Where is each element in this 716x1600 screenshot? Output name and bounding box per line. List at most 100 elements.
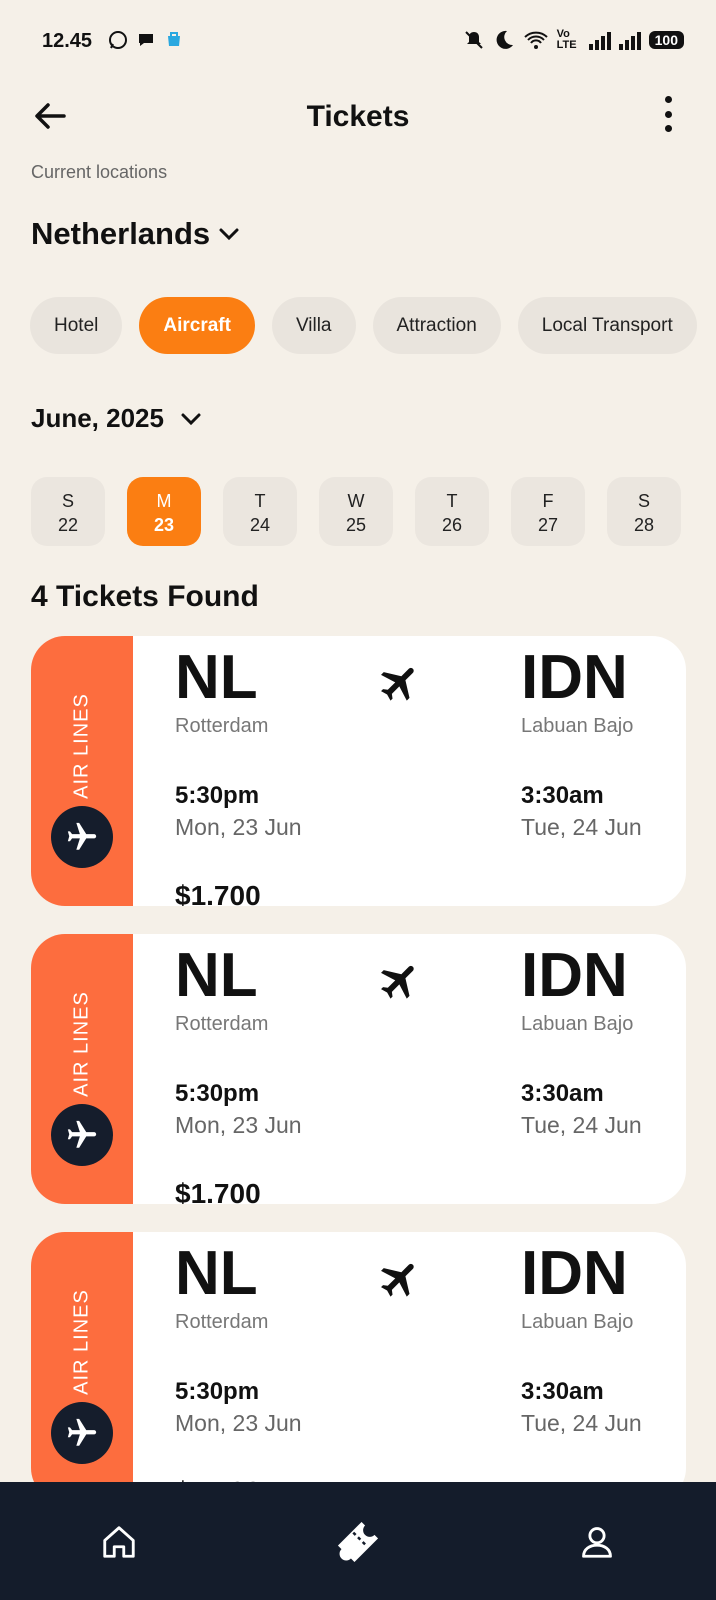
signal-icon (618, 30, 641, 50)
day-picker: S 22 M 23 T 24 W 25 T 26 F 27 S 28 (31, 477, 681, 546)
day-button[interactable]: S 28 (607, 477, 681, 546)
ticket-stub: AIR LINES (31, 934, 133, 1204)
status-bar: 12.45 Vo LTE 100 (0, 0, 716, 80)
airline-label: AIR LINES (70, 991, 93, 1097)
origin-city: Rotterdam (175, 1013, 269, 1035)
page-title: Tickets (306, 100, 410, 133)
nav-profile[interactable] (575, 1520, 619, 1564)
day-button-selected[interactable]: M 23 (127, 477, 201, 546)
category-chip[interactable]: Villa (271, 297, 356, 354)
arrival-time: 3:30am (521, 1378, 604, 1405)
battery-icon: 100 (648, 31, 684, 49)
results-count: 4 Tickets Found (31, 580, 259, 613)
arrival-time: 3:30am (521, 1080, 604, 1107)
airline-badge (51, 1402, 113, 1464)
departure-date: Mon, 23 Jun (175, 814, 302, 840)
day-button[interactable]: T 26 (415, 477, 489, 546)
day-letter: M (156, 491, 172, 511)
day-number: 27 (537, 515, 559, 535)
category-chip-active[interactable]: Aircraft (139, 297, 255, 354)
chevron-down-icon (219, 228, 239, 241)
arrival-date: Tue, 24 Jun (521, 1112, 642, 1138)
ticket-card[interactable]: AIR LINES NL IDN Rotterdam Labuan Bajo 5… (31, 636, 686, 906)
day-button[interactable]: S 22 (31, 477, 105, 546)
airplane-icon (67, 1120, 97, 1148)
origin-city: Rotterdam (175, 715, 269, 737)
chat-icon (139, 34, 153, 46)
destination-code: IDN (521, 643, 628, 712)
origin-code: NL (175, 643, 258, 712)
origin-code: NL (175, 1239, 258, 1308)
arrival-date: Tue, 24 Jun (521, 1410, 642, 1436)
destination-city: Labuan Bajo (521, 1311, 634, 1333)
category-chip[interactable]: Attraction (372, 297, 501, 354)
app-header: Tickets (0, 90, 716, 140)
day-number: 23 (153, 515, 175, 535)
airplane-icon (67, 822, 97, 850)
departure-time: 5:30pm (175, 782, 260, 809)
category-tabs: Hotel Aircraft Villa Attraction Local Tr… (30, 297, 697, 354)
airline-badge (51, 1104, 113, 1166)
destination-city: Labuan Bajo (521, 715, 634, 737)
status-time: 12.45 (42, 30, 93, 52)
signal-icon (588, 30, 611, 50)
day-letter: W (347, 491, 365, 511)
day-number: 28 (633, 515, 655, 535)
arrival-time: 3:30am (521, 782, 604, 809)
day-number: 22 (57, 515, 79, 535)
category-chip[interactable]: Local Transport (517, 297, 697, 354)
origin-city: Rotterdam (175, 1311, 269, 1333)
day-letter: S (61, 491, 74, 511)
day-letter: T (446, 491, 458, 511)
day-button[interactable]: F 27 (511, 477, 585, 546)
airline-badge (51, 806, 113, 868)
month-value: June, 2025 (31, 403, 164, 433)
airplane-icon (67, 1418, 97, 1446)
ticket-price: $1.700 (175, 880, 261, 906)
day-number: 26 (441, 515, 463, 535)
network-label: Vo LTE (556, 28, 577, 51)
ticket-stub: AIR LINES (31, 1232, 133, 1502)
chevron-down-icon (181, 413, 201, 425)
departure-time: 5:30pm (175, 1378, 260, 1405)
category-chip[interactable]: Hotel (30, 297, 123, 354)
airplane-icon (381, 1263, 414, 1297)
location-selector[interactable]: Netherlands (31, 216, 240, 252)
whatsapp-icon (109, 31, 127, 49)
airplane-icon (381, 667, 414, 701)
day-letter: T (254, 491, 266, 511)
airplane-icon (381, 965, 414, 999)
home-icon (103, 1526, 135, 1558)
departure-date: Mon, 23 Jun (175, 1112, 302, 1138)
nav-tickets[interactable] (336, 1520, 380, 1564)
day-button[interactable]: T 24 (223, 477, 297, 546)
destination-code: IDN (521, 941, 628, 1010)
day-number: 24 (249, 515, 271, 535)
day-button[interactable]: W 25 (319, 477, 393, 546)
shop-icon (168, 32, 180, 46)
more-options-icon[interactable] (660, 96, 676, 132)
ticket-price: $1.700 (175, 1178, 261, 1204)
moon-icon (496, 30, 513, 49)
destination-code: IDN (521, 1239, 628, 1308)
airline-label: AIR LINES (70, 1289, 93, 1395)
airline-label: AIR LINES (70, 693, 93, 799)
profile-icon (582, 1527, 612, 1558)
day-letter: F (542, 491, 554, 511)
day-number: 25 (345, 515, 367, 535)
origin-code: NL (175, 941, 258, 1010)
ticket-icon (338, 1522, 378, 1562)
mute-icon (464, 31, 483, 49)
location-value: Netherlands (31, 216, 211, 251)
ticket-card[interactable]: AIR LINES NL IDN Rotterdam Labuan Bajo 5… (31, 1232, 686, 1502)
wifi-icon (523, 31, 548, 49)
destination-city: Labuan Bajo (521, 1013, 634, 1035)
month-selector[interactable]: June, 2025 (31, 403, 202, 434)
day-letter: S (637, 491, 650, 511)
bottom-nav (0, 1482, 716, 1600)
location-caption: Current locations (31, 162, 168, 182)
departure-time: 5:30pm (175, 1080, 260, 1107)
arrival-date: Tue, 24 Jun (521, 814, 642, 840)
ticket-card[interactable]: AIR LINES NL IDN Rotterdam Labuan Bajo 5… (31, 934, 686, 1204)
nav-home[interactable] (97, 1520, 141, 1564)
